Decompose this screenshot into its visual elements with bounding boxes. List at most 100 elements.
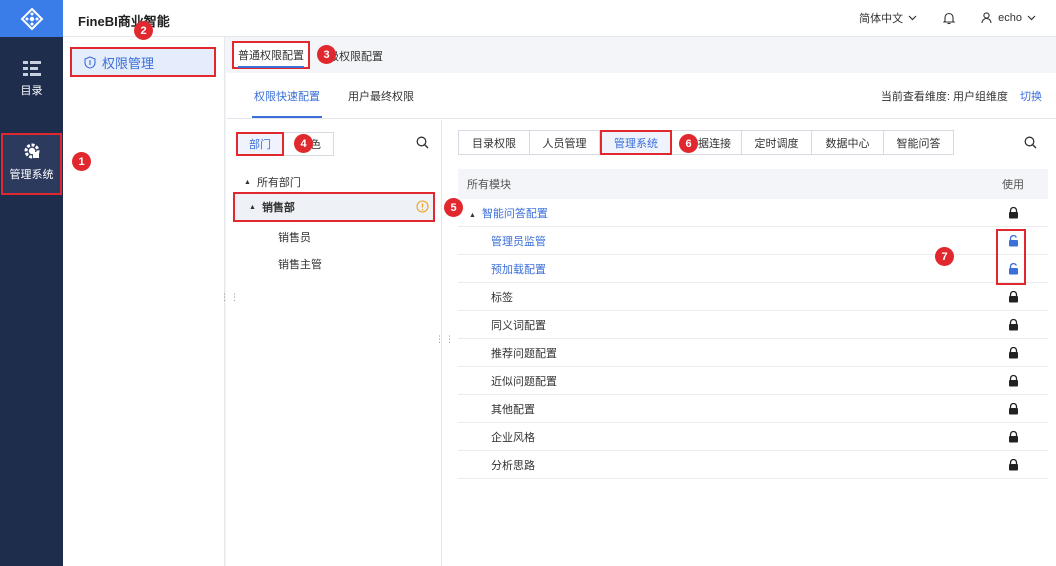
- info-icon[interactable]: [416, 200, 429, 213]
- module-tab[interactable]: 目录权限: [458, 130, 530, 155]
- top-right-controls: 简体中文 echo: [845, 10, 1036, 26]
- tree-node-root[interactable]: ▲ 所有部门: [244, 174, 301, 190]
- user-name: echo: [998, 12, 1022, 24]
- step-marker: 7: [935, 247, 954, 266]
- table-row[interactable]: 近似问题配置: [458, 367, 1048, 395]
- table-row[interactable]: 企业风格: [458, 423, 1048, 451]
- module-name-label: 推荐问题配置: [491, 347, 557, 360]
- table-header: 所有模块 使用: [458, 169, 1048, 199]
- step-marker: 2: [134, 21, 153, 40]
- module-name-cell: 分析思路: [458, 457, 978, 473]
- lock-icon[interactable]: [1008, 318, 1019, 331]
- module-name-cell: 企业风格: [458, 429, 978, 445]
- module-tab[interactable]: 智能问答: [884, 130, 954, 155]
- tree-pane: 部门 色 ▲ 所有部门 ▲ 销售部 销售员 销售主管: [226, 120, 442, 566]
- module-tab-active[interactable]: 管理系统: [600, 130, 672, 155]
- tree-node-child[interactable]: 销售主管: [278, 256, 322, 272]
- nav-item-label: 管理系统: [9, 169, 54, 181]
- lock-icon[interactable]: [1008, 430, 1019, 443]
- module-search-button[interactable]: [1024, 136, 1037, 149]
- tree-node-label: 所有部门: [256, 177, 301, 189]
- collapse-triangle-icon[interactable]: ▲: [469, 212, 476, 219]
- tree-node-label: 销售部: [261, 202, 295, 214]
- tree-search-button[interactable]: [416, 136, 429, 149]
- user-menu[interactable]: echo: [981, 12, 1036, 24]
- segment-department[interactable]: 部门: [236, 132, 284, 156]
- use-cell: [978, 290, 1048, 303]
- header-use: 使用: [1002, 179, 1024, 191]
- chevron-down-icon: [908, 15, 917, 21]
- subtab-quick-config[interactable]: 权限快速配置: [252, 88, 322, 118]
- module-name-label: 企业风格: [491, 431, 535, 444]
- step-marker: 6: [679, 134, 698, 153]
- splitter-handle[interactable]: ⋮⋮: [220, 293, 240, 302]
- collapse-triangle-icon[interactable]: ▲: [249, 204, 256, 211]
- module-name-label: 预加载配置: [491, 263, 546, 276]
- subtab-final-permission[interactable]: 用户最终权限: [348, 88, 414, 104]
- nav-item-directory[interactable]: 目录: [0, 60, 63, 98]
- dept-role-segment: 部门 色: [236, 132, 334, 156]
- search-icon: [416, 136, 429, 149]
- table-row[interactable]: 同义词配置: [458, 311, 1048, 339]
- language-selector[interactable]: 简体中文: [859, 10, 917, 26]
- table-row[interactable]: ▲ 智能问答配置: [458, 199, 1048, 227]
- use-cell: [978, 402, 1048, 415]
- module-tabs: 目录权限 人员管理 管理系统 据连接 定时调度 数据中心 智能问答: [458, 130, 954, 155]
- module-name-cell: 预加载配置: [458, 261, 978, 277]
- logo[interactable]: [0, 0, 63, 37]
- left-nav: 目录 管理系统: [0, 0, 63, 566]
- table-row[interactable]: 标签: [458, 283, 1048, 311]
- module-name-label: 同义词配置: [491, 319, 546, 332]
- nav-item-management-system[interactable]: 管理系统: [1, 133, 62, 195]
- app-title: FineBI商业智能: [78, 14, 170, 29]
- lock-icon[interactable]: [1008, 402, 1019, 415]
- use-cell: [978, 430, 1048, 443]
- table-row[interactable]: 预加载配置: [458, 255, 1048, 283]
- notification-button[interactable]: [943, 12, 956, 25]
- table-row[interactable]: 推荐问题配置: [458, 339, 1048, 367]
- tree-node-selected[interactable]: ▲ 销售部: [233, 192, 435, 222]
- logo-icon: [20, 7, 43, 30]
- top-bar: FineBI商业智能 简体中文 echo: [63, 0, 1056, 37]
- lock-icon[interactable]: [1008, 458, 1019, 471]
- lock-icon[interactable]: [1008, 346, 1019, 359]
- module-name-cell: ▲ 智能问答配置: [458, 205, 978, 221]
- bell-icon: [943, 12, 956, 24]
- module-name-cell: 管理员监管: [458, 233, 978, 249]
- module-name-label: 标签: [491, 291, 513, 304]
- module-name-cell: 同义词配置: [458, 317, 978, 333]
- module-name-label: 智能问答配置: [481, 207, 548, 220]
- permission-management-item[interactable]: 权限管理: [70, 47, 216, 77]
- module-tab[interactable]: 定时调度: [742, 130, 812, 155]
- module-name-label: 管理员监管: [491, 235, 546, 248]
- module-name-cell: 其他配置: [458, 401, 978, 417]
- permission-table: 所有模块 使用 ▲ 智能问答配置管理员监管预加载配置标签同义词配置推荐问题配置近似…: [458, 169, 1048, 479]
- gear-icon: [24, 143, 39, 159]
- module-name-label: 其他配置: [491, 403, 535, 416]
- collapse-triangle-icon[interactable]: ▲: [244, 179, 251, 186]
- list-icon: [22, 61, 41, 76]
- module-name-cell: 标签: [458, 289, 978, 305]
- dimension-label: 当前查看维度: 用户组维度: [880, 91, 1008, 103]
- table-row[interactable]: 其他配置: [458, 395, 1048, 423]
- step-marker: 4: [294, 134, 313, 153]
- user-icon: [981, 12, 992, 24]
- splitter-handle[interactable]: ⋮⋮: [435, 335, 455, 344]
- lock-icon[interactable]: [1008, 290, 1019, 303]
- module-name-cell: 推荐问题配置: [458, 345, 978, 361]
- tree-node-child[interactable]: 销售员: [278, 229, 311, 245]
- nav-item-label: 目录: [20, 85, 43, 97]
- table-row[interactable]: 管理员监管: [458, 227, 1048, 255]
- tab-strip: 普通权限配置 级权限配置: [226, 37, 1056, 73]
- module-tab[interactable]: 数据中心: [812, 130, 884, 155]
- sub-tabs: 权限快速配置 用户最终权限 当前查看维度: 用户组维度 切换: [226, 73, 1056, 119]
- lock-icon[interactable]: [1008, 206, 1019, 219]
- tab-level-permission[interactable]: 级权限配置: [328, 48, 383, 64]
- module-tab[interactable]: 人员管理: [530, 130, 600, 155]
- lock-icon[interactable]: [1008, 374, 1019, 387]
- tab-normal-permission[interactable]: 普通权限配置: [232, 41, 310, 69]
- step-marker: 1: [72, 152, 91, 171]
- switch-link[interactable]: 切换: [1020, 91, 1042, 103]
- header-module: 所有模块: [467, 179, 511, 191]
- table-row[interactable]: 分析思路: [458, 451, 1048, 479]
